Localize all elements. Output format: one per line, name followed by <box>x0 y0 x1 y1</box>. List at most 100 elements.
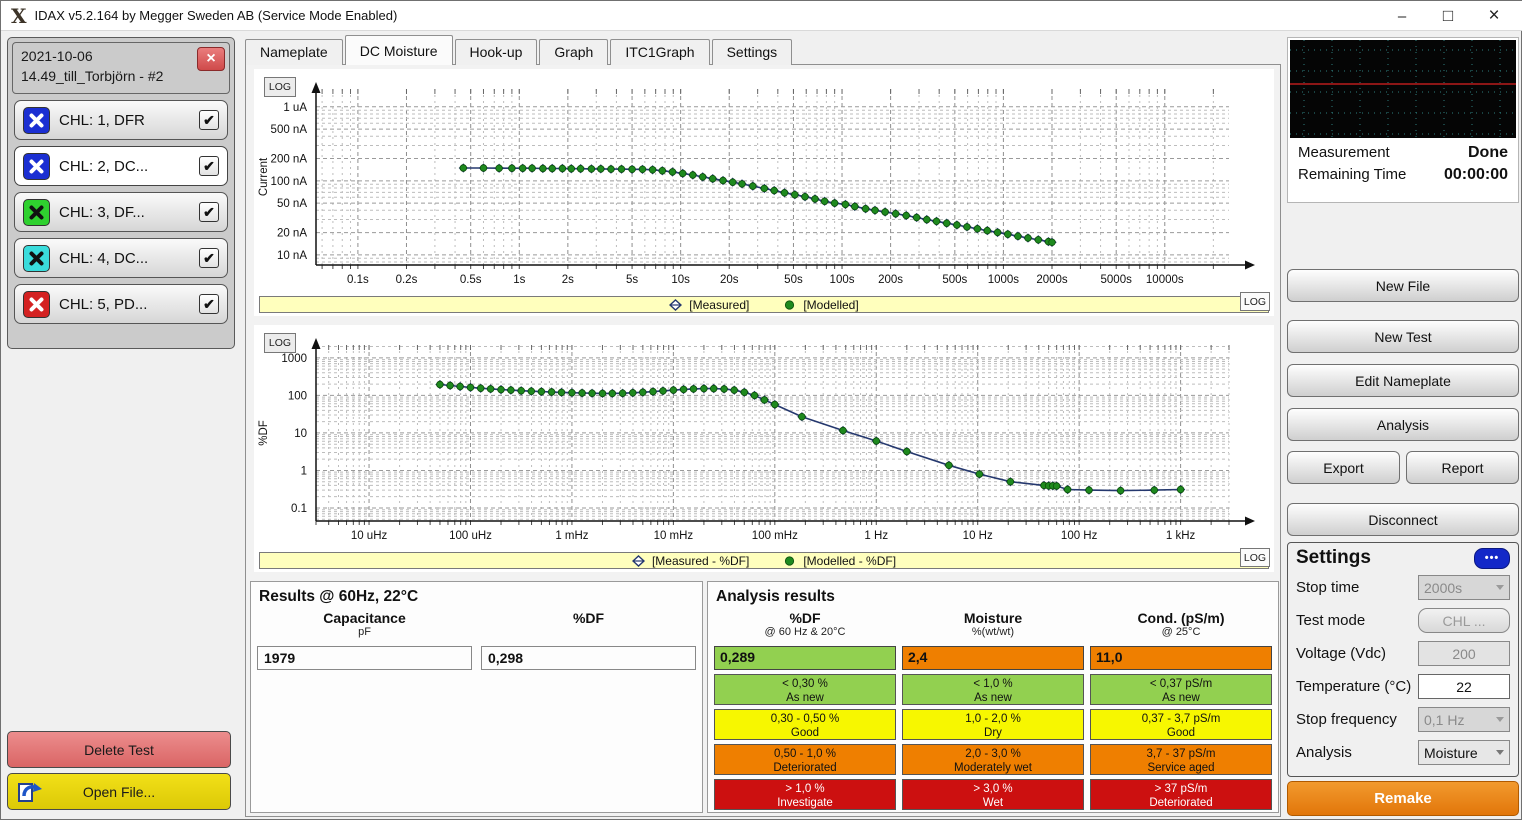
analysis-scale-cell: 1,0 - 2,0 %Dry <box>902 709 1084 740</box>
svg-text:10: 10 <box>294 428 307 440</box>
svg-text:100 uHz: 100 uHz <box>449 530 492 542</box>
new-file-button[interactable]: New File <box>1287 269 1519 302</box>
result-field-label: Capacitance <box>257 610 472 626</box>
channel-checkbox[interactable]: ✔ <box>199 156 219 176</box>
svg-text:2s: 2s <box>562 274 574 286</box>
main-area: NameplateDC MoistureHook-upGraphITC1Grap… <box>241 35 1281 819</box>
settings-input-temperature-c-[interactable]: 22 <box>1418 674 1510 699</box>
more-settings-button[interactable]: ••• <box>1474 548 1510 569</box>
settings-select-analysis[interactable]: Moisture <box>1418 740 1510 765</box>
result-field-value: 1979 <box>257 646 472 670</box>
channel-checkbox[interactable]: ✔ <box>199 202 219 222</box>
minimize-button[interactable]: – <box>1379 1 1425 31</box>
channel-x-icon <box>23 153 50 180</box>
channel-x-icon <box>23 291 50 318</box>
delete-test-button[interactable]: Delete Test <box>7 731 231 768</box>
svg-text:100: 100 <box>288 390 307 402</box>
svg-text:10 uHz: 10 uHz <box>351 530 388 542</box>
svg-text:5s: 5s <box>626 274 638 286</box>
analysis-scale-cell: 0,30 - 0,50 %Good <box>714 709 896 740</box>
channel-x-icon <box>23 107 50 134</box>
settings-title: Settings <box>1296 547 1371 569</box>
svg-text:1000: 1000 <box>281 353 307 365</box>
settings-label: Test mode <box>1296 612 1365 629</box>
svg-text:200 nA: 200 nA <box>271 154 308 166</box>
svg-text:50 nA: 50 nA <box>277 198 307 210</box>
analysis-column-subtitle: @ 60 Hz & 20°C <box>714 626 896 641</box>
analysis-scale-row: 0,50 - 1,0 %Deteriorated2,0 - 3,0 %Moder… <box>714 744 1272 775</box>
tab-itc1graph[interactable]: ITC1Graph <box>610 39 709 65</box>
results-group: Results @ 60Hz, 22°C CapacitancepF1979%D… <box>250 581 703 813</box>
measurement-value: Done <box>1468 144 1508 162</box>
log-scale-button[interactable]: LOG <box>1240 292 1270 311</box>
settings-row: Stop time2000s <box>1296 571 1510 604</box>
analysis-scale-cell: 0,50 - 1,0 %Deteriorated <box>714 744 896 775</box>
channel-item[interactable]: CHL: 5, PD...✔ <box>14 284 228 324</box>
chevron-down-icon <box>1496 750 1504 755</box>
svg-text:1 uA: 1 uA <box>283 102 307 114</box>
channel-checkbox[interactable]: ✔ <box>199 248 219 268</box>
svg-text:2000s: 2000s <box>1036 274 1068 286</box>
channel-checkbox[interactable]: ✔ <box>199 110 219 130</box>
settings-input-voltage-vdc-: 200 <box>1418 641 1510 666</box>
tab-settings[interactable]: Settings <box>712 39 793 65</box>
open-file-card: 2021-10-06 14.49_till_Torbjörn - #2 × <box>12 42 230 94</box>
analysis-values-row: 0,2892,411,0 <box>714 646 1272 670</box>
remaining-time-value: 00:00:00 <box>1444 166 1508 184</box>
analysis-table: %DF@ 60 Hz & 20°CMoisture%(wt/wt)Cond. (… <box>714 610 1272 810</box>
settings-row: Stop frequency0,1 Hz <box>1296 703 1510 736</box>
window-title: IDAX v5.2.164 by Megger Sweden AB (Servi… <box>35 8 398 23</box>
df-chart-legend: [Measured - %DF][Modelled - %DF] LOG <box>259 552 1269 569</box>
svg-text:0.1s: 0.1s <box>347 274 369 286</box>
report-button[interactable]: Report <box>1406 451 1519 484</box>
export-button[interactable]: Export <box>1287 451 1400 484</box>
settings-rows: Stop time2000sTest modeCHL ...Voltage (V… <box>1296 571 1510 769</box>
result-field-unit <box>481 626 696 640</box>
svg-text:10 Hz: 10 Hz <box>963 530 993 542</box>
tab-hook-up[interactable]: Hook-up <box>455 39 538 65</box>
analysis-button[interactable]: Analysis <box>1287 408 1519 441</box>
remake-button[interactable]: Remake <box>1287 781 1519 816</box>
analysis-scale-cell: > 1,0 %Investigate <box>714 779 896 810</box>
results-title: Results @ 60Hz, 22°C <box>259 588 696 606</box>
channel-item[interactable]: CHL: 3, DF...✔ <box>14 192 228 232</box>
remaining-time-label: Remaining Time <box>1298 166 1406 184</box>
close-button[interactable]: × <box>1471 1 1517 31</box>
analysis-column-subtitle: @ 25°C <box>1090 626 1272 641</box>
svg-text:20s: 20s <box>720 274 739 286</box>
svg-text:1: 1 <box>301 465 307 477</box>
results-fields: CapacitancepF1979%DF0,298 <box>257 610 696 670</box>
file-name: 14.49_till_Torbjörn - #2 <box>21 66 195 86</box>
chevron-down-icon <box>1496 717 1504 722</box>
svg-text:10 nA: 10 nA <box>277 250 307 262</box>
channel-item[interactable]: CHL: 2, DC...✔ <box>14 146 228 186</box>
maximize-button[interactable]: □ <box>1425 1 1471 31</box>
tab-nameplate[interactable]: Nameplate <box>245 39 343 65</box>
settings-button-test-mode: CHL ... <box>1418 608 1510 633</box>
open-file-button[interactable]: Open File... <box>7 773 231 810</box>
svg-text:100 Hz: 100 Hz <box>1061 530 1098 542</box>
legend-label: [Modelled - %DF] <box>803 554 896 568</box>
channel-checkbox[interactable]: ✔ <box>199 294 219 314</box>
log-scale-button[interactable]: LOG <box>264 333 296 353</box>
channel-item[interactable]: CHL: 4, DC...✔ <box>14 238 228 278</box>
svg-text:1 Hz: 1 Hz <box>864 530 888 542</box>
edit-nameplate-button[interactable]: Edit Nameplate <box>1287 364 1519 397</box>
channel-item[interactable]: CHL: 1, DFR✔ <box>14 100 228 140</box>
new-test-button[interactable]: New Test <box>1287 320 1519 353</box>
analysis-scale-cell: 2,0 - 3,0 %Moderately wet <box>902 744 1084 775</box>
svg-text:20 nA: 20 nA <box>277 228 307 240</box>
svg-text:%DF: %DF <box>258 420 270 446</box>
legend-label: [Measured] <box>689 298 749 312</box>
disconnect-button[interactable]: Disconnect <box>1287 503 1519 536</box>
log-scale-button[interactable]: LOG <box>264 77 296 97</box>
settings-select-stop-time: 2000s <box>1418 575 1510 600</box>
chevron-down-icon <box>1496 585 1504 590</box>
svg-text:500s: 500s <box>942 274 967 286</box>
log-scale-button[interactable]: LOG <box>1240 548 1270 567</box>
legend-label: [Measured - %DF] <box>652 554 749 568</box>
channel-label: CHL: 1, DFR <box>59 112 199 129</box>
close-file-button[interactable]: × <box>197 47 225 71</box>
tab-graph[interactable]: Graph <box>539 39 608 65</box>
tab-dc-moisture[interactable]: DC Moisture <box>345 35 453 65</box>
